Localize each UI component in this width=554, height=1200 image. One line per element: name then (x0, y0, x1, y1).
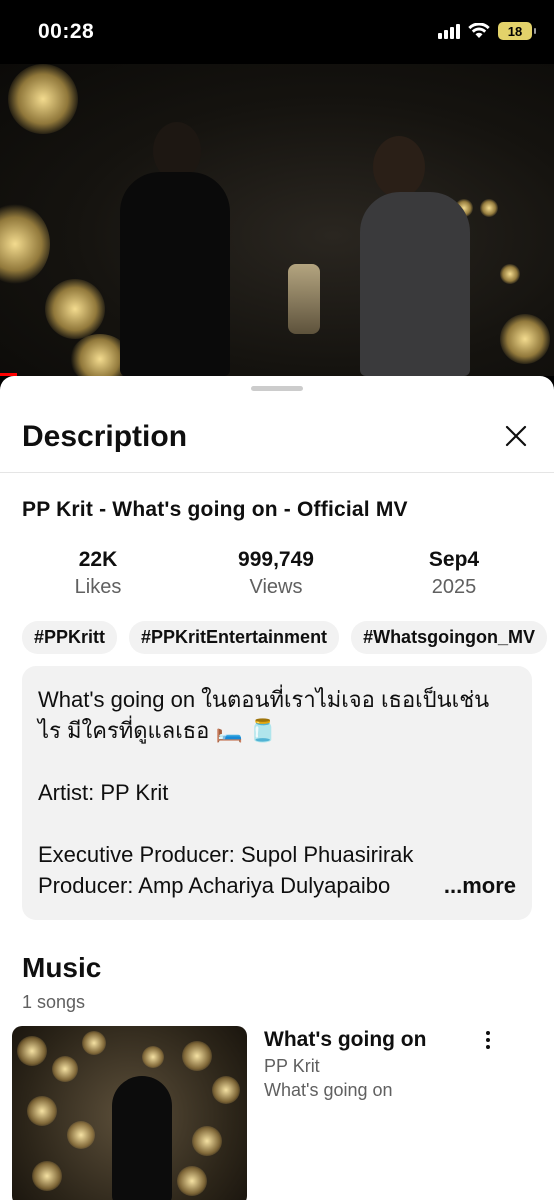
bokeh-light (8, 64, 78, 134)
thumb-light (82, 1031, 106, 1055)
thumb-light (67, 1121, 95, 1149)
glass-jar (288, 264, 320, 334)
thumb-light (17, 1036, 47, 1066)
drag-handle[interactable] (251, 386, 303, 391)
wifi-icon (468, 23, 490, 38)
publish-date: Sep4 (428, 548, 480, 571)
hashtag-row: #PPKritt #PPKritEntertainment #Whatsgoin… (22, 621, 548, 654)
divider (0, 472, 554, 473)
executive-producer-credit: Executive Producer: Supol Phuasirirak (38, 842, 414, 867)
date-stat: Sep4 2025 (404, 548, 504, 599)
thumb-light (212, 1076, 240, 1104)
producer-line: Producer: Amp Achariya Dulyapaibo ...mor… (38, 870, 516, 901)
views-count: 999,749 (238, 548, 314, 571)
person-right (360, 192, 470, 376)
hashtag-chip[interactable]: #PPKritEntertainment (129, 621, 340, 654)
music-heading: Music (22, 952, 102, 983)
bokeh-light (500, 314, 550, 364)
producer-credit: Producer: Amp Achariya Dulyapaibo (38, 873, 391, 898)
sheet-title: Description (22, 420, 188, 453)
status-icons: 18 (438, 22, 536, 40)
views-stat: 999,749 Views (211, 548, 341, 599)
views-label: Views (249, 576, 303, 598)
description-sheet: Description PP Krit - What's going on - … (0, 376, 554, 1200)
signal-icon (438, 24, 460, 39)
status-bar: 00:28 18 (0, 0, 554, 64)
status-time: 00:28 (38, 20, 95, 43)
publish-year: 2025 (431, 576, 477, 598)
more-button[interactable]: ...more (439, 870, 516, 901)
person-right-head (373, 136, 425, 198)
music-count: 1 songs (22, 992, 86, 1012)
battery-icon: 18 (498, 22, 536, 40)
video-player[interactable] (0, 64, 554, 376)
thumb-light (177, 1166, 207, 1196)
video-title: PP Krit - What's going on - Official MV (22, 498, 408, 521)
likes-count: 22K (78, 548, 118, 571)
likes-stat: 22K Likes (48, 548, 148, 599)
thumb-light (32, 1161, 62, 1191)
thumb-light (52, 1056, 78, 1082)
more-options-icon[interactable] (478, 1028, 498, 1052)
description-line: What's going on ในตอนที่เราไม่เจอ เธอเป็… (38, 687, 490, 712)
thumb-light (192, 1126, 222, 1156)
song-artist: PP Krit (264, 1056, 320, 1076)
hashtag-chip[interactable]: #PPKritt (22, 621, 118, 654)
artist-credit: Artist: PP Krit (38, 780, 169, 805)
bokeh-light (500, 264, 520, 284)
thumb-person (112, 1076, 172, 1200)
bokeh-light (0, 204, 50, 284)
person-left (120, 172, 230, 376)
thumb-light (27, 1096, 57, 1126)
thumb-light (182, 1041, 212, 1071)
song-album: What's going on (264, 1080, 393, 1100)
bokeh-light (480, 199, 498, 217)
description-line: ไร มีใครที่ดูแลเธอ 🛏️ 🫙 (38, 718, 277, 743)
bokeh-light (45, 279, 105, 339)
likes-label: Likes (74, 576, 122, 598)
song-thumbnail[interactable] (12, 1026, 247, 1200)
thumb-light (142, 1046, 164, 1068)
close-icon[interactable] (502, 422, 530, 450)
hashtag-chip[interactable]: #Whatsgoingon_MV (351, 621, 548, 654)
description-box[interactable]: What's going on ในตอนที่เราไม่เจอ เธอเป็… (22, 666, 532, 920)
song-title[interactable]: What's going on (264, 1028, 426, 1052)
